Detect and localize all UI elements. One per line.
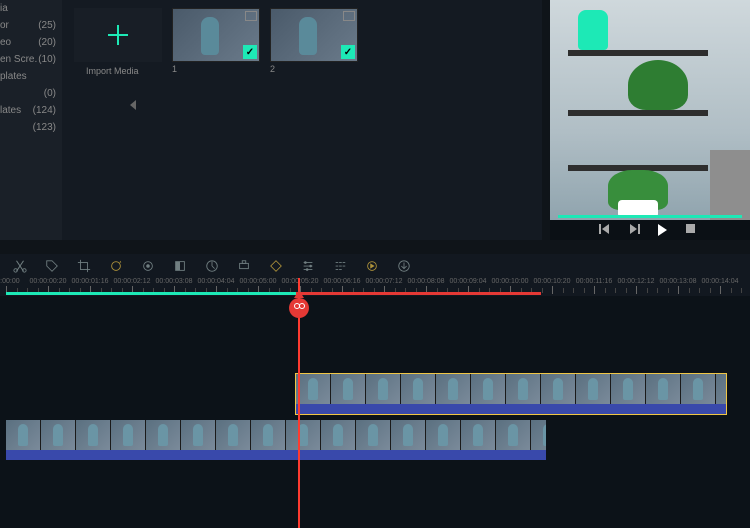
clip-frame: [321, 420, 356, 450]
color-icon[interactable]: [172, 258, 188, 274]
ruler-label: 00:00:13:08: [660, 278, 697, 285]
clip-frame: [76, 420, 111, 450]
media-panel: Import Media ✓ 1 ✓ 2: [62, 0, 542, 240]
timeline-toolbar: [0, 254, 750, 278]
clip-frame: [716, 374, 726, 404]
preview-progress[interactable]: [558, 215, 742, 218]
import-media-label: Import Media: [86, 66, 162, 76]
stop-button[interactable]: [686, 224, 698, 236]
ruler-label: 00:00:00: [0, 278, 20, 285]
sidebar-item[interactable]: or(25): [0, 17, 62, 34]
clip-frame: [461, 420, 496, 450]
next-frame-button[interactable]: [630, 224, 642, 236]
clip-frame: [6, 420, 41, 450]
cut-icon[interactable]: [12, 258, 28, 274]
chroma-icon[interactable]: [332, 258, 348, 274]
timeline-clip[interactable]: ▶ 2: [296, 374, 726, 414]
ruler-label: 00:00:05:00: [240, 278, 277, 285]
tag-icon[interactable]: [44, 258, 60, 274]
clip-frame: [366, 374, 401, 404]
ruler-label: 00:00:12:12: [618, 278, 655, 285]
playback-controls: [550, 220, 750, 240]
clip-frame: [296, 374, 331, 404]
clip-frame: [496, 420, 531, 450]
out-range-marker[interactable]: [296, 292, 541, 295]
clip-frame: [286, 420, 321, 450]
crop-icon[interactable]: [76, 258, 92, 274]
clip-frame: [356, 420, 391, 450]
clip-frame: [611, 374, 646, 404]
sidebar-item[interactable]: lates(124): [0, 102, 62, 119]
clip-frame: [646, 374, 681, 404]
sidebar-item[interactable]: ia: [0, 0, 62, 17]
plus-icon: [108, 25, 128, 45]
clip-frame: [181, 420, 216, 450]
export-icon[interactable]: [396, 258, 412, 274]
prev-frame-button[interactable]: [602, 224, 614, 236]
ruler-label: 00:00:04:04: [198, 278, 235, 285]
clip-frame: [436, 374, 471, 404]
ruler-label: 00:00:09:04: [450, 278, 487, 285]
ruler-label: 00:00:10:00: [492, 278, 529, 285]
media-thumbnail[interactable]: ✓: [270, 8, 358, 62]
ruler-label: 00:00:08:08: [408, 278, 445, 285]
clip-frame: [531, 420, 546, 450]
media-thumbnail[interactable]: ✓: [172, 8, 260, 62]
playhead[interactable]: [298, 278, 300, 528]
ruler-label: 00:00:00:20: [30, 278, 67, 285]
import-media-button[interactable]: [74, 8, 162, 62]
rotate-icon[interactable]: [108, 258, 124, 274]
sidebar-item[interactable]: (123): [0, 119, 62, 136]
keyframe-icon[interactable]: [236, 258, 252, 274]
check-icon: ✓: [341, 45, 355, 59]
speed-icon[interactable]: [204, 258, 220, 274]
sidebar-item[interactable]: plates: [0, 68, 62, 85]
ruler-label: 00:00:05:20: [282, 278, 319, 285]
video-track-1[interactable]: ▶ 1: [0, 420, 750, 464]
thumbnail-label: 1: [172, 64, 260, 74]
sidebar-item[interactable]: eo(20): [0, 34, 62, 51]
ruler-label: 00:00:14:04: [702, 278, 739, 285]
timeline-area[interactable]: ▶ 2 ▶ 1: [0, 296, 750, 528]
clip-frame: [426, 420, 461, 450]
clip-frame: [216, 420, 251, 450]
check-icon: ✓: [243, 45, 257, 59]
playhead-handle-icon[interactable]: [289, 298, 309, 318]
play-button[interactable]: [658, 224, 670, 236]
marker-icon[interactable]: [268, 258, 284, 274]
render-icon[interactable]: [364, 258, 380, 274]
clip-frame: [506, 374, 541, 404]
sidebar-item[interactable]: en Scre...(10): [0, 51, 62, 68]
clip-frame: [251, 420, 286, 450]
sidebar-item[interactable]: (0): [0, 85, 62, 102]
ruler-label: 00:00:02:12: [114, 278, 151, 285]
clip-frame: [41, 420, 76, 450]
category-sidebar: ia or(25) eo(20) en Scre...(10) plates (…: [0, 0, 62, 240]
clip-frame: [401, 374, 436, 404]
preview-screen[interactable]: [550, 0, 750, 220]
clip-frame: [111, 420, 146, 450]
timeline-clip[interactable]: ▶ 1: [6, 420, 546, 460]
timeline-ruler[interactable]: 00:00:00 00:00:00:20 00:00:01:16 00:00:02:1…: [0, 278, 750, 296]
ruler-label: 00:00:06:16: [324, 278, 361, 285]
clip-frame: [146, 420, 181, 450]
ruler-label: 00:00:03:08: [156, 278, 193, 285]
ruler-label: 00:00:11:16: [576, 278, 612, 285]
stabilize-icon[interactable]: [140, 258, 156, 274]
collapse-chevron-icon[interactable]: [130, 100, 138, 112]
clip-frame: [331, 374, 366, 404]
video-track-2[interactable]: ▶ 2: [0, 374, 750, 418]
clip-frame: [471, 374, 506, 404]
ruler-label: 00:00:10:20: [534, 278, 571, 285]
clip-frame: [681, 374, 716, 404]
clip-frame: [576, 374, 611, 404]
in-range-marker[interactable]: [6, 292, 296, 295]
adjust-icon[interactable]: [300, 258, 316, 274]
preview-panel: [550, 0, 750, 240]
ruler-label: 00:00:07:12: [366, 278, 403, 285]
ruler-label: 00:00:01:16: [72, 278, 109, 285]
clip-frame: [541, 374, 576, 404]
thumbnail-label: 2: [270, 64, 358, 74]
clip-frame: [391, 420, 426, 450]
